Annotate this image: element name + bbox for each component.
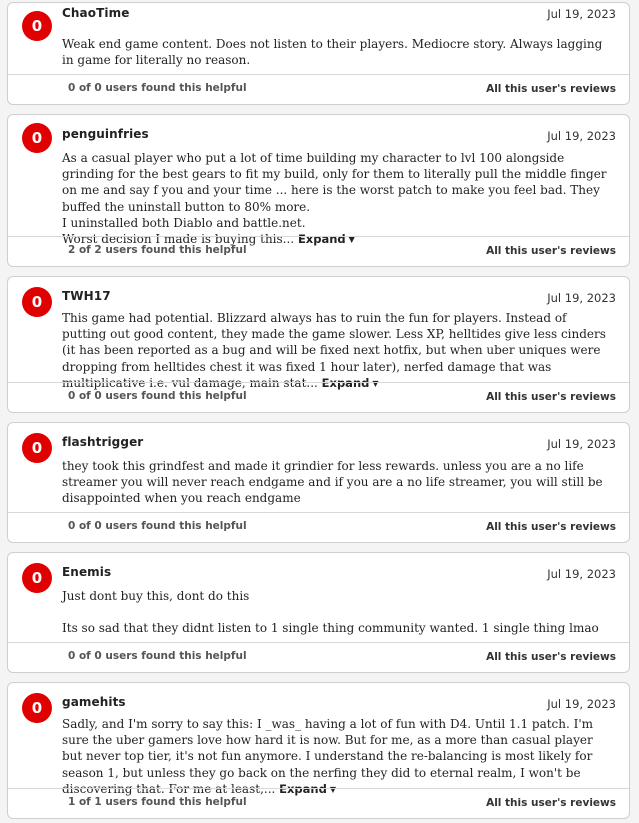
score-badge: 0 — [22, 433, 52, 463]
review-date: Jul 19, 2023 — [547, 291, 616, 305]
all-user-reviews-link[interactable]: All this user's reviews — [486, 521, 616, 533]
all-user-reviews-link[interactable]: All this user's reviews — [486, 391, 616, 403]
review-date: Jul 19, 2023 — [547, 697, 616, 711]
all-user-reviews-link[interactable]: All this user's reviews — [486, 651, 616, 663]
review-date: Jul 19, 2023 — [547, 7, 616, 21]
score-badge: 0 — [22, 287, 52, 317]
all-user-reviews-link[interactable]: All this user's reviews — [486, 797, 616, 809]
review-footer: 0 of 0 users found this helpful All this… — [8, 642, 629, 672]
helpful-count: 1 of 1 users found this helpful — [68, 796, 247, 808]
review-date: Jul 19, 2023 — [547, 567, 616, 581]
helpful-count: 0 of 0 users found this helpful — [68, 82, 247, 94]
review-author[interactable]: Enemis — [62, 565, 111, 579]
review-card: 0 TWH17 Jul 19, 2023 This game had poten… — [7, 276, 630, 413]
review-author[interactable]: ChaoTime — [62, 6, 129, 20]
review-author[interactable]: gamehits — [62, 695, 126, 709]
review-text: As a casual player who put a lot of time… — [62, 150, 611, 248]
review-date: Jul 19, 2023 — [547, 437, 616, 451]
review-date: Jul 19, 2023 — [547, 129, 616, 143]
score-badge: 0 — [22, 563, 52, 593]
score-badge: 0 — [22, 693, 52, 723]
review-text: This game had potential. Blizzard always… — [62, 310, 611, 392]
helpful-count: 0 of 0 users found this helpful — [68, 650, 247, 662]
review-text: Just dont buy this, dont do this Its so … — [62, 589, 599, 636]
score-badge: 0 — [22, 123, 52, 153]
review-text: Sadly, and I'm sorry to say this: I _was… — [62, 716, 611, 798]
review-card: 0 flashtrigger Jul 19, 2023 they took th… — [7, 422, 630, 543]
review-author[interactable]: penguinfries — [62, 127, 149, 141]
review-footer: 0 of 0 users found this helpful All this… — [8, 512, 629, 542]
helpful-count: 2 of 2 users found this helpful — [68, 244, 247, 256]
review-card: 0 ChaoTime Jul 19, 2023 Weak end game co… — [7, 2, 630, 105]
helpful-count: 0 of 0 users found this helpful — [68, 520, 247, 532]
review-author[interactable]: TWH17 — [62, 289, 111, 303]
all-user-reviews-link[interactable]: All this user's reviews — [486, 83, 616, 95]
review-card: 0 Enemis Jul 19, 2023 Just dont buy this… — [7, 552, 630, 673]
helpful-count: 0 of 0 users found this helpful — [68, 390, 247, 402]
review-card: 0 gamehits Jul 19, 2023 Sadly, and I'm s… — [7, 682, 630, 819]
review-footer: 0 of 0 users found this helpful All this… — [8, 74, 629, 104]
score-badge: 0 — [22, 11, 52, 41]
review-footer: 2 of 2 users found this helpful All this… — [8, 236, 629, 266]
review-footer: 0 of 0 users found this helpful All this… — [8, 382, 629, 412]
all-user-reviews-link[interactable]: All this user's reviews — [486, 245, 616, 257]
review-footer: 1 of 1 users found this helpful All this… — [8, 788, 629, 818]
review-author[interactable]: flashtrigger — [62, 435, 143, 449]
review-text: Weak end game content. Does not listen t… — [62, 37, 603, 68]
review-text: they took this grindfest and made it gri… — [62, 459, 603, 506]
review-card: 0 penguinfries Jul 19, 2023 As a casual … — [7, 114, 630, 267]
